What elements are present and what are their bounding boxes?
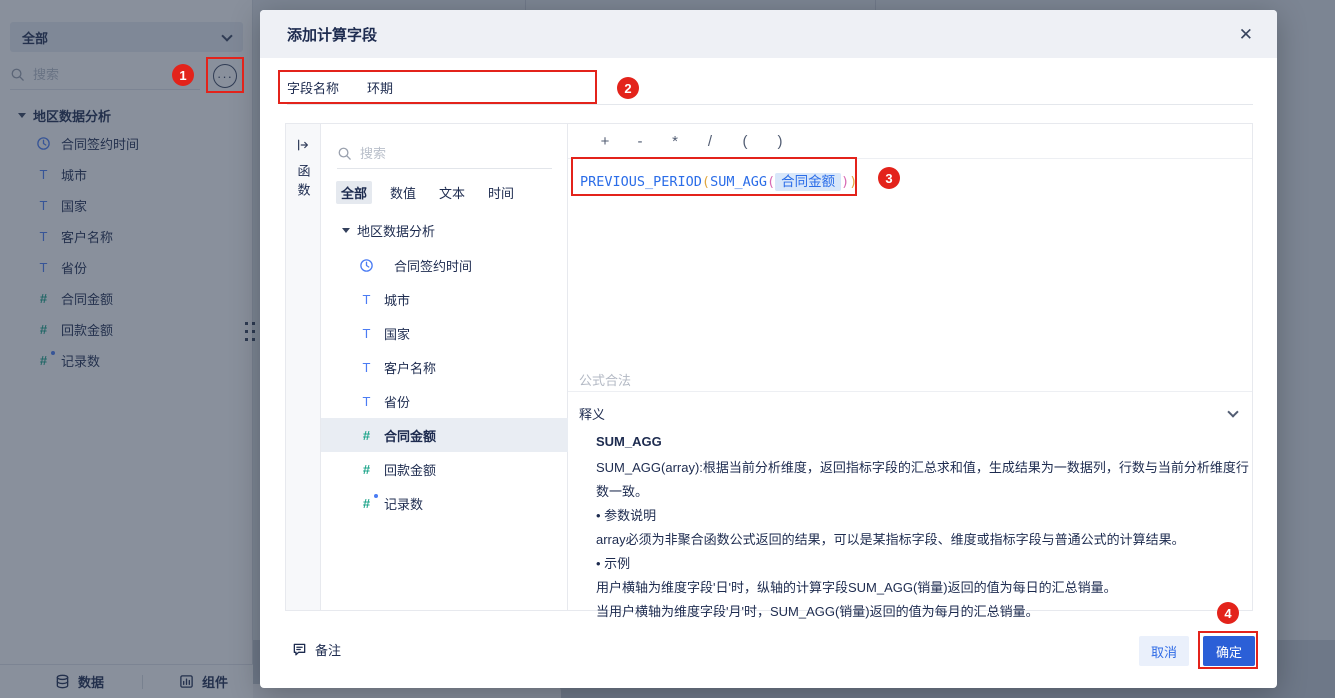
tab-number[interactable]: 数值: [385, 181, 421, 204]
field-label: 回款金额: [384, 462, 437, 478]
annotation-rect-2: [278, 70, 597, 104]
text-field-icon: T: [362, 359, 371, 375]
explain-line: • 示例: [596, 556, 631, 571]
dialog-field-list: 合同签约时间 T 城市 T 国家 T 客户名称 T 省份 # 合同金额 # 回款…: [321, 248, 568, 520]
add-calculated-field-dialog: 添加计算字段 ✕ 字段名称 函数 全部: [260, 10, 1277, 688]
dialog-search[interactable]: [337, 139, 552, 169]
text-field-icon: T: [362, 393, 371, 409]
operator-multiply[interactable]: *: [669, 133, 681, 150]
dialog-title: 添加计算字段: [287, 26, 378, 44]
tab-time[interactable]: 时间: [483, 181, 519, 204]
divider: [568, 391, 1252, 392]
field-label: 城市: [384, 292, 411, 308]
operator-plus[interactable]: +: [599, 133, 611, 150]
explain-line: • 参数说明: [596, 508, 657, 523]
field-row-selected[interactable]: # 合同金额: [321, 418, 568, 452]
note-label: 备注: [315, 643, 342, 658]
expand-panel-icon[interactable]: [296, 138, 310, 152]
operator-toolbar: + - * / ( ): [568, 124, 1252, 159]
annotation-rect-4: [1198, 631, 1258, 669]
field-label: 合同签约时间: [394, 258, 473, 274]
explain-body: SUM_AGG SUM_AGG(array):根据当前分析维度，返回指标字段的汇…: [596, 430, 1256, 624]
annotation-rect-1: [206, 57, 244, 93]
formula-panel: + - * / ( ) PREVIOUS_PERIOD(SUM_AGG(合同金额…: [568, 124, 1252, 619]
explain-line: 用户横轴为维度字段'日'时，纵轴的计算字段SUM_AGG(销量)返回的值为每日的…: [596, 580, 1117, 595]
field-type-tabs: 全部 数值 文本 时间: [336, 181, 519, 204]
explain-title: 释义: [579, 407, 606, 422]
field-row[interactable]: # 记录数: [321, 486, 568, 520]
note-button[interactable]: 备注: [292, 640, 341, 659]
annotation-badge-3: 3: [878, 167, 900, 189]
field-row[interactable]: # 回款金额: [321, 452, 568, 486]
note-icon: [293, 643, 306, 656]
field-row[interactable]: T 客户名称: [321, 350, 568, 384]
text-field-icon: T: [362, 325, 371, 341]
field-label: 合同金额: [384, 428, 437, 444]
text-field-icon: T: [362, 291, 371, 307]
formula-status: 公式合法: [579, 373, 632, 388]
field-row[interactable]: T 省份: [321, 384, 568, 418]
field-row[interactable]: T 城市: [321, 282, 568, 316]
record-count-icon: #: [359, 493, 378, 511]
dialog-tree-title[interactable]: 地区数据分析: [342, 221, 435, 240]
caret-down-icon: [342, 228, 350, 233]
tab-text[interactable]: 文本: [434, 181, 470, 204]
field-label: 记录数: [384, 496, 424, 512]
tree-title-label: 地区数据分析: [357, 224, 436, 239]
explain-line: SUM_AGG(array):根据当前分析维度，返回指标字段的汇总求和值，生成结…: [596, 460, 1249, 499]
function-panel-label[interactable]: 函数: [294, 164, 313, 202]
search-icon: [338, 147, 351, 160]
operator-minus[interactable]: -: [634, 133, 646, 150]
dialog-header: 添加计算字段 ✕: [260, 10, 1277, 58]
annotation-rect-3: [571, 157, 857, 196]
field-label: 省份: [384, 394, 411, 410]
explain-header: 释义: [579, 404, 1239, 423]
explain-function-name: SUM_AGG: [596, 434, 662, 449]
function-panel-strip: 函数: [286, 124, 321, 610]
dialog-main: 函数 全部 数值 文本 时间 地区数据分析: [285, 123, 1253, 619]
number-field-icon: #: [362, 461, 371, 477]
operator-divide[interactable]: /: [704, 133, 716, 150]
cancel-button[interactable]: 取消: [1139, 636, 1189, 666]
annotation-badge-4: 4: [1217, 602, 1239, 624]
annotation-badge-1: 1: [172, 64, 194, 86]
tab-all[interactable]: 全部: [336, 181, 373, 204]
dialog-field-panel: 全部 数值 文本 时间 地区数据分析 合同签约时间: [321, 124, 568, 610]
dialog-search-input[interactable]: [360, 146, 480, 161]
explain-line: array必须为非聚合函数公式返回的结果，可以是某指标字段、维度或指标字段与普通…: [596, 532, 1185, 547]
field-label: 客户名称: [384, 360, 437, 376]
annotation-badge-2: 2: [617, 77, 639, 99]
chevron-down-icon[interactable]: [1227, 405, 1239, 418]
operator-close-paren[interactable]: ): [774, 133, 786, 150]
operator-open-paren[interactable]: (: [739, 133, 751, 150]
field-label: 国家: [384, 326, 411, 342]
number-field-icon: #: [362, 427, 371, 443]
date-icon: [360, 258, 373, 272]
close-icon[interactable]: ✕: [1239, 26, 1253, 43]
field-row[interactable]: T 国家: [321, 316, 568, 350]
input-underline: [287, 104, 1253, 105]
field-row[interactable]: 合同签约时间: [321, 248, 568, 282]
explain-line: 当用户横轴为维度字段'月'时，SUM_AGG(销量)返回的值为每月的汇总销量。: [596, 604, 1039, 619]
